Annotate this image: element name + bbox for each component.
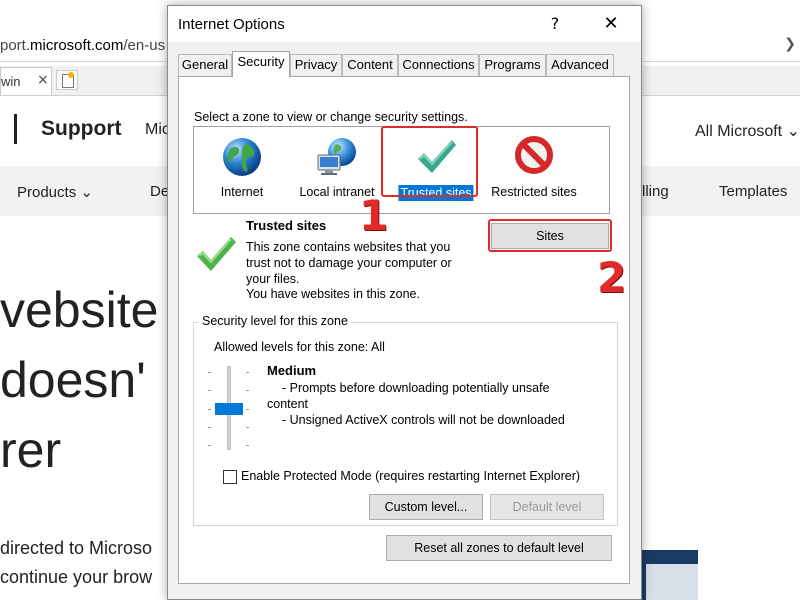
body-line-2: continue your brow [0,567,153,587]
zone-description: This zone contains websites that you tru… [246,240,452,286]
tab-content[interactable]: Content [342,54,398,76]
zone-internet-label: Internet [220,185,264,199]
tab-advanced[interactable]: Advanced [546,54,614,76]
reset-all-zones-button[interactable]: Reset all zones to default level [386,535,612,561]
globe-icon [223,138,261,176]
protected-mode-label[interactable]: Enable Protected Mode (requires restarti… [241,469,580,483]
green-check-icon [197,237,236,271]
body-line-1: directed to Microso [0,538,153,558]
slider-tick [208,372,211,373]
allowed-levels: Allowed levels for this zone: All [214,340,385,354]
slider-tick [246,390,249,391]
zone-restricted-sites-label: Restricted sites [491,185,577,199]
zone-status: You have websites in this zone. [246,287,420,301]
level-detail-3: - Unsigned ActiveX controls will not be … [282,413,565,427]
slider-tick [208,390,211,391]
slider-tick [246,445,249,446]
step-1-badge: 1 [359,191,389,240]
slider-tick [246,372,249,373]
highlight-sites-button [488,219,612,252]
custom-level-button[interactable]: Custom level... [369,494,483,520]
chevron-right-icon[interactable]: ❯ [784,36,796,52]
protected-mode-checkbox[interactable] [223,470,237,484]
page-thumbnail [640,550,698,600]
security-panel: Select a zone to view or change security… [178,76,630,584]
browser-tab-title: win [1,74,21,89]
security-slider-thumb[interactable] [215,403,243,415]
zone-caption: Select a zone to view or change security… [194,110,468,124]
slider-tick [208,445,211,446]
slider-tick [246,409,249,410]
hero-line-3: rer [0,422,62,478]
close-button[interactable]: ✕ [594,12,628,36]
tab-general[interactable]: General [178,54,232,76]
nav-partial-2[interactable]: lling [642,183,669,200]
tab-security[interactable]: Security [232,51,290,77]
nav-products[interactable]: Products ⌄ [17,183,93,201]
step-2-badge: 2 [597,253,627,302]
level-name: Medium [267,363,317,378]
internet-options-dialog: Internet Options ? ✕ General Security Pr… [167,5,642,600]
level-detail-2: content [267,397,309,411]
highlight-trusted-sites [381,126,478,197]
default-level-button[interactable]: Default level [490,494,604,520]
tab-privacy[interactable]: Privacy [290,54,342,76]
hero-line-2: doesn' [0,352,146,408]
support-link[interactable]: Support [41,117,121,141]
slider-tick [208,427,211,428]
network-globe-icon [317,138,356,175]
zone-restricted-sites[interactable]: Restricted sites [484,127,584,213]
browser-tab[interactable]: win × [0,67,52,95]
all-microsoft-menu[interactable]: All Microsoft ⌄ [695,121,800,141]
slider-tick [208,409,211,410]
tab-connections[interactable]: Connections [398,54,479,76]
slider-tick [246,427,249,428]
address-url[interactable]: port.microsoft.com/en-us [0,37,165,54]
help-button[interactable]: ? [538,12,572,36]
header-divider [14,114,17,144]
zone-internet[interactable]: Internet [204,127,280,213]
level-detail-1: - Prompts before downloading potentially… [282,381,550,395]
close-tab-icon[interactable]: × [37,72,49,88]
dialog-titlebar[interactable]: Internet Options ? ✕ [168,6,641,42]
new-tab-icon[interactable] [56,70,78,90]
no-entry-icon [515,136,553,174]
zone-name: Trusted sites [246,218,327,233]
dialog-title: Internet Options [178,16,285,33]
tab-programs[interactable]: Programs [479,54,546,76]
nav-templates[interactable]: Templates [719,183,787,200]
security-level-legend: Security level for this zone [199,314,351,328]
security-level-group: Security level for this zone Allowed lev… [193,314,618,526]
